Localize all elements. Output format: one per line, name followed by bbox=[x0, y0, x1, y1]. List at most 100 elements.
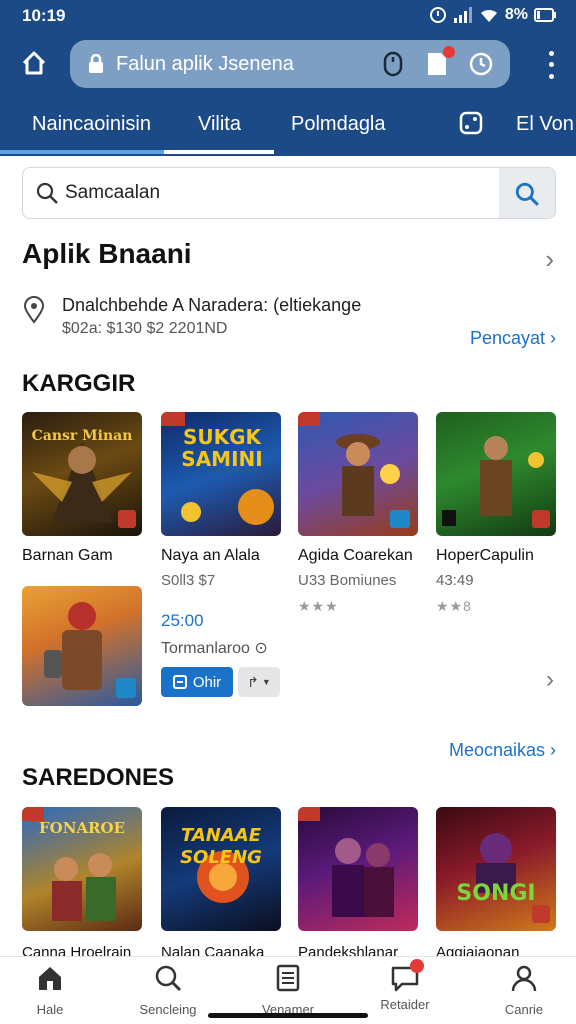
featured-app-tile[interactable] bbox=[22, 586, 142, 706]
tile-meta: U33 Bomiunes bbox=[298, 572, 397, 589]
chevron-right-icon[interactable]: › bbox=[545, 244, 554, 275]
tile-title[interactable]: Naya an Alala bbox=[161, 547, 260, 565]
clock-icon bbox=[469, 52, 493, 76]
search-icon bbox=[36, 182, 58, 204]
tabs-button[interactable] bbox=[422, 46, 455, 79]
tile-meta: S0ll3 $7 bbox=[161, 572, 216, 589]
category-tabs: Naincaoinisin Vilita Polmdagla El Von bbox=[0, 100, 576, 156]
status-bar: 10:19 8% bbox=[0, 0, 576, 32]
nav-profile[interactable]: Canrie bbox=[474, 963, 574, 1017]
nav-document[interactable]: Venamer bbox=[238, 963, 338, 1017]
tile-art-text: FONAROE bbox=[38, 819, 126, 837]
address-bar[interactable]: Falun aplik Jsenena bbox=[70, 40, 510, 88]
status-time: 10:19 bbox=[22, 6, 66, 25]
mouse-icon bbox=[383, 51, 403, 77]
app-tile[interactable]: TANAAE SOLENG bbox=[161, 807, 281, 931]
tab-3[interactable] bbox=[458, 110, 484, 142]
notification-badge bbox=[410, 959, 424, 973]
location-pin-icon bbox=[23, 296, 45, 324]
message-icon bbox=[390, 959, 424, 993]
search-box bbox=[22, 167, 556, 219]
tile-art-text: SONGI bbox=[456, 881, 536, 906]
tile-meta: 43:49 bbox=[436, 572, 474, 589]
app-tile[interactable] bbox=[298, 412, 418, 536]
battery-icon bbox=[534, 8, 556, 22]
rating-stars: ★★8 bbox=[436, 598, 472, 614]
chevron-right-icon[interactable]: › bbox=[546, 666, 554, 694]
more-link-label: Meocnaikas bbox=[448, 740, 545, 760]
tabs-badge bbox=[443, 46, 455, 58]
nav-label: Sencleing bbox=[139, 1002, 197, 1017]
tab-indicator-active bbox=[164, 150, 274, 154]
tab-1[interactable]: Vilita bbox=[198, 113, 241, 136]
nav-label: Hale bbox=[36, 1002, 64, 1017]
nav-messages[interactable]: Retaider bbox=[355, 959, 455, 1012]
location-subtext: $02a: $130 $2 2201ND bbox=[62, 320, 228, 337]
status-icons: 8% bbox=[429, 6, 556, 24]
game-art bbox=[442, 436, 550, 528]
location-link[interactable]: Pencayat › bbox=[470, 328, 556, 349]
open-button-label: Ohir bbox=[192, 673, 222, 691]
tab-4[interactable]: El Von bbox=[516, 113, 574, 136]
nav-label: Retaider bbox=[380, 997, 430, 1012]
game-art bbox=[44, 602, 136, 698]
game-art bbox=[298, 412, 410, 528]
more-link[interactable]: Meocnaikas › bbox=[449, 740, 556, 761]
section-heading-saredones: SAREDONES bbox=[22, 764, 175, 791]
tile-art-text: SUKGK SAMINI bbox=[181, 425, 263, 471]
tab-indicator-left bbox=[0, 150, 164, 154]
nav-search[interactable]: Sencleing bbox=[118, 963, 218, 1017]
home-icon bbox=[22, 51, 46, 75]
featured-meta-text: Tormanlaroo bbox=[161, 640, 250, 657]
open-button[interactable]: Ohir bbox=[161, 667, 233, 697]
chevron-down-icon: ▼ bbox=[261, 677, 271, 687]
person-icon bbox=[511, 965, 537, 992]
search-button[interactable] bbox=[499, 168, 555, 218]
search-icon bbox=[155, 965, 181, 991]
tile-title[interactable]: Barnan Gam bbox=[22, 547, 113, 565]
tab-0[interactable]: Naincaoinisin bbox=[32, 113, 151, 136]
home-button[interactable] bbox=[18, 47, 50, 79]
lock-icon bbox=[88, 54, 104, 74]
tile-title[interactable]: HoperCapulin bbox=[436, 547, 534, 565]
location-text: Dnalchbehde A Naradera: (eltiekange bbox=[62, 295, 362, 315]
tile-art-text: TANAAE SOLENG bbox=[180, 825, 262, 868]
nav-label: Canrie bbox=[504, 1002, 544, 1017]
share-dropdown-button[interactable]: ↱ ▼ bbox=[238, 667, 280, 697]
more-menu-button[interactable] bbox=[544, 48, 558, 82]
search-input[interactable] bbox=[65, 178, 495, 208]
browser-header: 10:19 8% Falun aplik Jsenena Naincaoinis… bbox=[0, 0, 576, 156]
reader-mode-button[interactable] bbox=[378, 49, 408, 79]
battery-percent: 8% bbox=[504, 6, 528, 23]
gamepad-icon bbox=[459, 111, 483, 135]
timer-icon: ⊙ bbox=[254, 640, 268, 657]
game-art bbox=[476, 833, 550, 923]
open-icon bbox=[172, 675, 187, 689]
signal-icon bbox=[453, 7, 472, 23]
app-tile[interactable]: SONGI bbox=[436, 807, 556, 931]
app-tile[interactable]: Cansr Minan bbox=[22, 412, 142, 536]
section-heading-karggir: KARGGIR bbox=[22, 370, 136, 397]
app-tile[interactable] bbox=[436, 412, 556, 536]
featured-price: 25:00 bbox=[161, 611, 204, 630]
tile-title[interactable]: Agida Coarekan bbox=[298, 547, 413, 565]
alarm-icon bbox=[429, 7, 446, 23]
nav-home[interactable]: Hale bbox=[0, 963, 100, 1017]
app-tile[interactable]: SUKGK SAMINI bbox=[161, 412, 281, 536]
featured-meta: Tormanlaroo ⊙ bbox=[161, 638, 268, 658]
app-tile[interactable] bbox=[298, 807, 418, 931]
document-icon bbox=[276, 964, 300, 992]
location-link-label: Pencayat bbox=[469, 328, 545, 348]
tab-2[interactable]: Polmdagla bbox=[291, 113, 386, 136]
app-tile[interactable]: FONAROE bbox=[22, 807, 142, 931]
rating-stars: ★★★ bbox=[298, 598, 339, 614]
home-indicator[interactable] bbox=[208, 1013, 368, 1018]
share-icon: ↱ bbox=[247, 673, 259, 690]
history-button[interactable] bbox=[466, 49, 496, 79]
wifi-icon bbox=[480, 9, 497, 22]
url-text: Falun aplik Jsenena bbox=[116, 52, 294, 75]
game-art bbox=[298, 807, 394, 917]
home-icon bbox=[39, 967, 61, 990]
section-title: Aplik Bnaani bbox=[22, 238, 192, 269]
search-icon bbox=[515, 182, 539, 206]
